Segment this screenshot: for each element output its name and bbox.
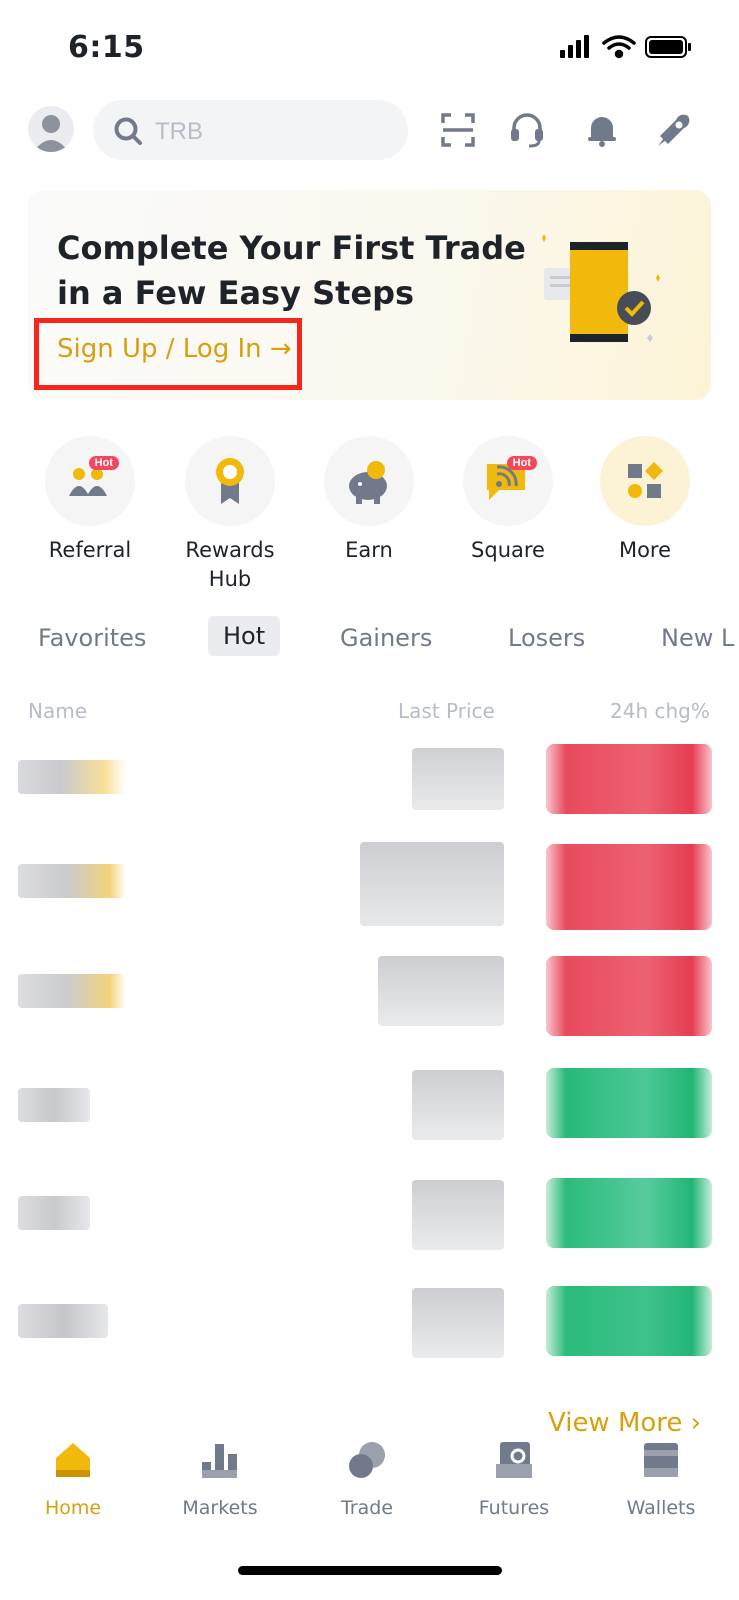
tab-losers[interactable]: Losers <box>508 624 585 652</box>
futures-icon <box>496 1442 532 1478</box>
shortcut-rewards-hub[interactable]: Rewards Hub <box>185 436 275 594</box>
tab-gainers[interactable]: Gainers <box>340 624 432 652</box>
signal-icon <box>560 35 589 58</box>
table-row[interactable] <box>0 842 739 942</box>
change-badge-blurred <box>546 744 712 814</box>
shortcut-square[interactable]: Hot Square <box>463 436 553 565</box>
change-badge-blurred <box>546 1178 712 1248</box>
table-row[interactable] <box>0 1068 739 1166</box>
battery-icon <box>645 36 691 58</box>
nav-futures[interactable]: Futures <box>464 1440 564 1519</box>
change-badge-blurred <box>546 844 712 930</box>
nav-label: Markets <box>182 1497 258 1519</box>
status-time: 6:15 <box>68 30 145 65</box>
nav-label: Home <box>44 1497 102 1519</box>
tab-new-listing[interactable]: New L <box>661 624 734 652</box>
user-icon <box>33 115 69 152</box>
coin-name-blurred <box>18 864 126 898</box>
price-blurred <box>412 748 504 810</box>
shortcut-label: Referral <box>48 538 132 562</box>
wallet-icon <box>644 1443 678 1477</box>
table-row[interactable] <box>0 744 739 838</box>
coins-icon <box>349 1442 385 1478</box>
nav-home[interactable]: Home <box>23 1440 123 1519</box>
table-row[interactable] <box>0 1178 739 1276</box>
price-blurred <box>412 1070 504 1140</box>
search-icon <box>114 117 142 145</box>
view-more-link[interactable]: View More › <box>548 1408 701 1438</box>
home-indicator <box>238 1566 502 1575</box>
piggy-bank-icon <box>349 461 387 504</box>
medal-icon <box>216 458 244 504</box>
nav-label: Trade <box>340 1497 394 1519</box>
search-input[interactable]: TRB <box>93 100 408 160</box>
shortcut-label: Square <box>471 538 545 562</box>
hot-badge: Hot <box>506 456 537 470</box>
coin-name-blurred <box>18 760 126 794</box>
grid-icon <box>628 462 663 498</box>
nav-label: Wallets <box>626 1497 696 1519</box>
rocket-icon[interactable] <box>656 112 692 148</box>
signup-login-link[interactable]: Sign Up / Log In → <box>57 334 292 364</box>
shortcut-label: Rewards Hub <box>185 538 275 591</box>
price-blurred <box>378 956 504 1026</box>
coin-name-blurred <box>18 1304 108 1338</box>
tab-favorites[interactable]: Favorites <box>38 624 146 652</box>
shortcut-label: Earn <box>345 538 393 562</box>
shortcut-referral[interactable]: Hot Referral <box>45 436 135 565</box>
price-blurred <box>412 1288 504 1358</box>
phone-illustration-icon <box>542 234 660 342</box>
column-last-price: Last Price <box>398 699 495 723</box>
change-badge-blurred <box>546 956 712 1036</box>
coin-name-blurred <box>18 1196 90 1230</box>
nav-wallets[interactable]: Wallets <box>611 1440 711 1519</box>
bell-icon[interactable] <box>584 112 620 148</box>
shortcut-label: More <box>618 538 672 562</box>
avatar[interactable] <box>28 106 74 152</box>
tab-hot[interactable]: Hot <box>208 616 281 656</box>
change-badge-blurred <box>546 1068 712 1138</box>
nav-trade[interactable]: Trade <box>317 1440 417 1519</box>
coin-name-blurred <box>18 1088 90 1122</box>
price-blurred <box>360 842 504 926</box>
change-badge-blurred <box>546 1286 712 1356</box>
shortcut-earn[interactable]: Earn <box>324 436 414 565</box>
table-row[interactable] <box>0 956 739 1052</box>
nav-label: Futures <box>478 1497 550 1519</box>
search-placeholder: TRB <box>155 118 203 145</box>
status-icons <box>560 35 691 59</box>
bar-chart-icon <box>202 1444 237 1478</box>
wifi-icon <box>602 35 636 59</box>
column-name: Name <box>28 699 88 723</box>
coin-name-blurred <box>18 974 126 1008</box>
hot-badge: Hot <box>88 456 119 470</box>
table-row[interactable] <box>0 1286 739 1384</box>
scan-icon[interactable] <box>440 112 476 148</box>
column-24h-change: 24h chg% <box>610 699 710 723</box>
price-blurred <box>412 1180 504 1250</box>
nav-markets[interactable]: Markets <box>170 1440 270 1519</box>
banner-title: Complete Your First Trade in a Few Easy … <box>57 229 526 312</box>
shortcut-more[interactable]: More <box>600 436 690 565</box>
home-icon <box>56 1443 90 1477</box>
headset-icon[interactable] <box>509 112 545 148</box>
